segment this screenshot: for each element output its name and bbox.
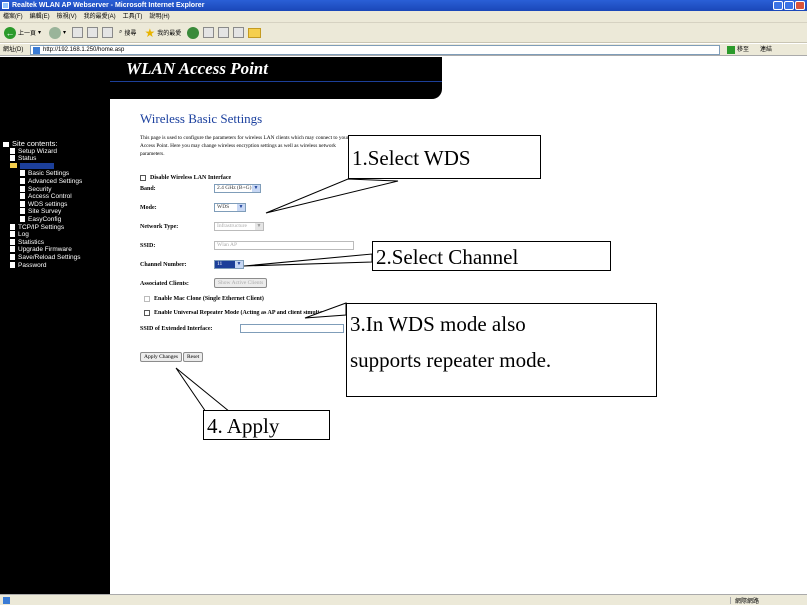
callout-apply: 4. Apply bbox=[203, 410, 330, 440]
callout-select-channel: 2.Select Channel bbox=[372, 241, 611, 271]
callout-1-pointer bbox=[265, 178, 399, 214]
callout-3-pointer bbox=[304, 302, 347, 319]
callout-4-pointer bbox=[175, 367, 232, 413]
status-bar: 網際網路 bbox=[0, 594, 807, 605]
page-done-icon bbox=[3, 597, 10, 604]
callout-repeater-line2: supports repeater mode. bbox=[350, 348, 552, 372]
callout-select-wds: 1.Select WDS bbox=[348, 135, 541, 179]
callout-repeater-line1: 3.In WDS mode also bbox=[350, 312, 526, 336]
internet-zone: 網際網路 bbox=[730, 597, 790, 605]
callout-2-pointer bbox=[243, 253, 373, 267]
callout-repeater-mode: 3.In WDS mode also supports repeater mod… bbox=[346, 303, 657, 397]
